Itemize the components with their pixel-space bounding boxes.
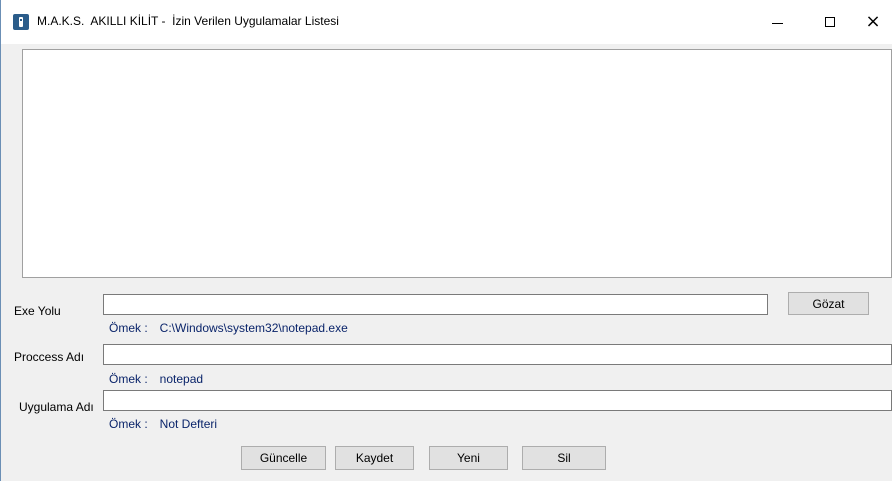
new-button[interactable]: Yeni <box>429 446 508 470</box>
process-name-label: Proccess Adı <box>14 350 85 364</box>
window-title: M.A.K.S. AKILLI KİLİT - İzin Verilen Uyg… <box>37 14 339 28</box>
close-button[interactable]: × <box>850 0 892 44</box>
exe-path-example-value: C:\Windows\system32\notepad.exe <box>159 321 348 335</box>
process-name-input[interactable] <box>103 344 892 365</box>
exe-path-label: Exe Yolu <box>14 304 61 318</box>
allowed-apps-list[interactable] <box>22 49 892 278</box>
maximize-button[interactable] <box>807 0 853 44</box>
close-icon: × <box>865 11 881 32</box>
process-name-example-prefix: Ömek : <box>109 372 148 386</box>
main-window: M.A.K.S. AKILLI KİLİT - İzin Verilen Uyg… <box>0 0 892 481</box>
app-name-example-prefix: Ömek : <box>109 417 148 431</box>
app-name-input[interactable] <box>103 390 892 411</box>
maximize-icon <box>825 17 835 27</box>
minimize-icon <box>771 22 783 24</box>
exe-path-example-prefix: Ömek : <box>109 321 148 335</box>
delete-button[interactable]: Sil <box>522 446 606 470</box>
update-button[interactable]: Güncelle <box>241 446 326 470</box>
app-name-example-value: Not Defteri <box>159 417 218 431</box>
process-name-example: Ömek : notepad <box>109 372 203 386</box>
app-name-label: Uygulama Adı <box>19 400 94 414</box>
browse-button[interactable]: Gözat <box>788 292 869 315</box>
process-name-example-value: notepad <box>159 372 204 386</box>
save-button[interactable]: Kaydet <box>335 446 414 470</box>
title-bar[interactable]: M.A.K.S. AKILLI KİLİT - İzin Verilen Uyg… <box>1 0 892 44</box>
exe-path-input[interactable] <box>103 294 768 315</box>
app-name-example: Ömek : Not Defteri <box>109 417 217 431</box>
lock-app-icon <box>13 14 29 30</box>
minimize-button[interactable] <box>754 0 800 44</box>
exe-path-example: Ömek : C:\Windows\system32\notepad.exe <box>109 321 348 335</box>
